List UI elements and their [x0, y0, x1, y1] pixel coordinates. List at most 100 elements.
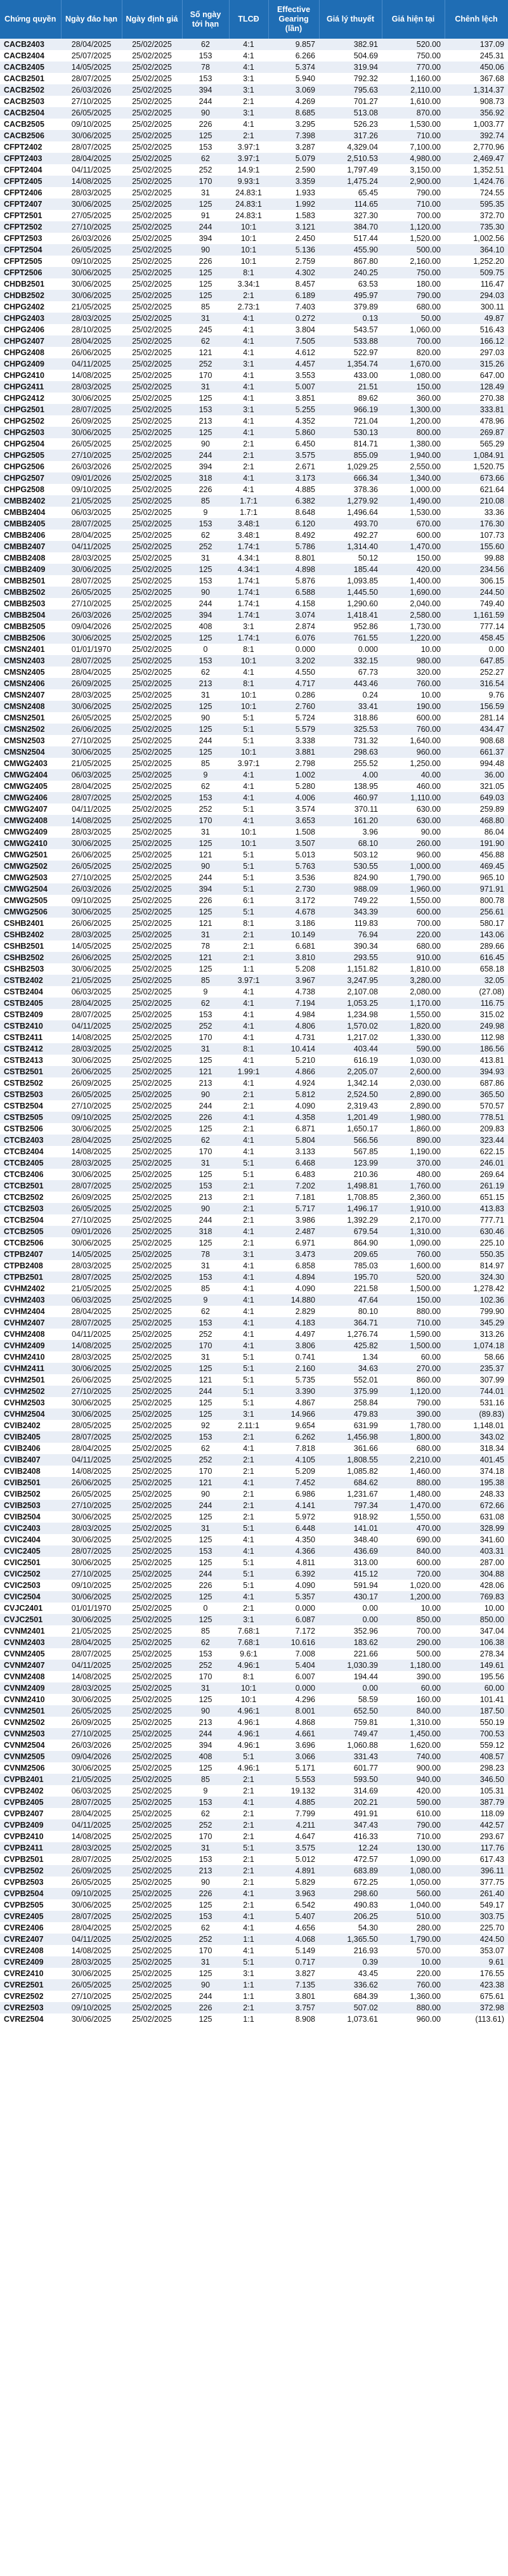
cell-valuation-date: 25/02/2025 — [122, 1523, 182, 1534]
cell-maturity-date: 26/06/2025 — [61, 724, 122, 735]
cell-theoretical-price: 785.03 — [319, 1260, 382, 1272]
cell-maturity-date: 30/06/2025 — [61, 1591, 122, 1603]
cell-days-to-maturity: 91 — [182, 210, 229, 221]
cell-valuation-date: 25/02/2025 — [122, 256, 182, 267]
cell-conversion-ratio: 4:1 — [229, 313, 268, 324]
cell-effective-gearing: 2.450 — [268, 233, 319, 244]
cell-valuation-date: 25/02/2025 — [122, 530, 182, 541]
cell-current-price: 1,340.00 — [382, 472, 445, 484]
cell-difference: 321.05 — [445, 781, 508, 792]
cell-difference: 304.88 — [445, 1568, 508, 1580]
table-row: CVHM2503 30/06/2025 25/02/2025 125 5:1 4.867 2… — [0, 1397, 508, 1408]
cell-difference: 617.43 — [445, 1854, 508, 1865]
cell-current-price: 600.00 — [382, 530, 445, 541]
cell-conversion-ratio: 3:1 — [229, 1614, 268, 1625]
cell-days-to-maturity: 125 — [182, 1694, 229, 1705]
cell-valuation-date: 25/02/2025 — [122, 1020, 182, 1032]
cell-current-price: 3,280.00 — [382, 975, 445, 986]
cell-conversion-ratio: 1.99:1 — [229, 1066, 268, 1077]
cell-theoretical-price: 415.12 — [319, 1568, 382, 1580]
cell-valuation-date: 25/02/2025 — [122, 1899, 182, 1911]
cell-warrant-code: CVPB2502 — [0, 1865, 61, 1877]
cell-conversion-ratio: 2:1 — [229, 929, 268, 940]
cell-difference: 346.50 — [445, 1774, 508, 1785]
cell-valuation-date: 25/02/2025 — [122, 986, 182, 998]
cell-current-price: 420.00 — [382, 1785, 445, 1797]
table-row: CVPB2405 28/07/2025 25/02/2025 153 4:1 4.885 2… — [0, 1797, 508, 1808]
cell-current-price: 60.00 — [382, 1351, 445, 1363]
cell-difference: 372.98 — [445, 2002, 508, 2013]
cell-maturity-date: 14/08/2025 — [61, 1146, 122, 1157]
cell-difference: 392.74 — [445, 130, 508, 141]
table-row: CVPB2502 26/09/2025 25/02/2025 213 2:1 4.891 6… — [0, 1865, 508, 1877]
table-row: CACB2506 30/06/2025 25/02/2025 125 2:1 7.398 3… — [0, 130, 508, 141]
cell-current-price: 710.00 — [382, 1317, 445, 1329]
cell-days-to-maturity: 213 — [182, 415, 229, 427]
table-body: CACB2403 28/04/2025 25/02/2025 62 4:1 9.857 38… — [0, 39, 508, 2025]
cell-maturity-date: 28/03/2025 — [61, 552, 122, 564]
cell-current-price: 1,550.00 — [382, 1009, 445, 1020]
table-row: CFPT2502 27/10/2025 25/02/2025 244 10:1 3.121… — [0, 221, 508, 233]
cell-conversion-ratio: 8:1 — [229, 678, 268, 689]
table-row: CVHM2409 14/08/2025 25/02/2025 170 4:1 3.806 4… — [0, 1340, 508, 1351]
cell-warrant-code: CFPT2506 — [0, 267, 61, 278]
cell-current-price: 1,590.00 — [382, 1329, 445, 1340]
cell-current-price: 720.00 — [382, 1568, 445, 1580]
cell-days-to-maturity: 90 — [182, 1488, 229, 1500]
cell-conversion-ratio: 24.83:1 — [229, 198, 268, 210]
table-row: CVHM2411 30/06/2025 25/02/2025 125 5:1 2.160 3… — [0, 1363, 508, 1374]
cell-theoretical-price: 209.65 — [319, 1249, 382, 1260]
cell-difference: 1,424.76 — [445, 176, 508, 187]
cell-days-to-maturity: 125 — [182, 1557, 229, 1568]
cell-effective-gearing: 3.536 — [268, 872, 319, 883]
cell-conversion-ratio: 3.48:1 — [229, 518, 268, 530]
cell-difference: 478.96 — [445, 415, 508, 427]
cell-days-to-maturity: 394 — [182, 1740, 229, 1751]
cell-theoretical-price: 379.89 — [319, 301, 382, 313]
table-row: CVIC2405 28/07/2025 25/02/2025 153 4:1 4.366 4… — [0, 1545, 508, 1557]
cell-conversion-ratio: 2:1 — [229, 1774, 268, 1785]
cell-valuation-date: 25/02/2025 — [122, 735, 182, 746]
cell-maturity-date: 28/10/2025 — [61, 324, 122, 335]
cell-warrant-code: CMWG2504 — [0, 883, 61, 895]
cell-difference: (113.61) — [445, 2013, 508, 2025]
cell-current-price: 1,170.00 — [382, 998, 445, 1009]
cell-days-to-maturity: 244 — [182, 450, 229, 461]
cell-valuation-date: 25/02/2025 — [122, 1625, 182, 1637]
cell-difference: 225.10 — [445, 1237, 508, 1249]
cell-days-to-maturity: 226 — [182, 484, 229, 495]
cell-days-to-maturity: 153 — [182, 1854, 229, 1865]
cell-days-to-maturity: 62 — [182, 153, 229, 164]
table-row: CSHB2502 26/06/2025 25/02/2025 121 2:1 3.810 2… — [0, 952, 508, 963]
cell-effective-gearing: 7.202 — [268, 1180, 319, 1192]
cell-days-to-maturity: 252 — [182, 541, 229, 552]
cell-conversion-ratio: 5:1 — [229, 1169, 268, 1180]
cell-maturity-date: 28/03/2025 — [61, 187, 122, 198]
cell-current-price: 2,900.00 — [382, 176, 445, 187]
cell-effective-gearing: 10.414 — [268, 1043, 319, 1055]
cell-effective-gearing: 4.731 — [268, 1032, 319, 1043]
cell-difference: 565.29 — [445, 438, 508, 450]
cell-valuation-date: 25/02/2025 — [122, 1237, 182, 1249]
cell-theoretical-price: 47.64 — [319, 1294, 382, 1306]
table-row: CHPG2402 21/05/2025 25/02/2025 85 2.73:1 7.40… — [0, 301, 508, 313]
cell-conversion-ratio: 2.73:1 — [229, 301, 268, 313]
cell-days-to-maturity: 9 — [182, 1294, 229, 1306]
cell-difference: 1,002.56 — [445, 233, 508, 244]
table-row: CMWG2501 26/06/2025 25/02/2025 121 5:1 5.013 5… — [0, 849, 508, 861]
cell-days-to-maturity: 125 — [182, 1591, 229, 1603]
cell-days-to-maturity: 226 — [182, 256, 229, 267]
cell-maturity-date: 30/06/2025 — [61, 701, 122, 712]
cell-valuation-date: 25/02/2025 — [122, 1420, 182, 1431]
cell-difference: 365.50 — [445, 1089, 508, 1100]
cell-maturity-date: 26/05/2025 — [61, 1488, 122, 1500]
cell-days-to-maturity: 125 — [182, 906, 229, 918]
cell-theoretical-price: 1,279.92 — [319, 495, 382, 507]
cell-warrant-code: CACB2502 — [0, 84, 61, 96]
cell-effective-gearing: 4.090 — [268, 1100, 319, 1112]
cell-difference: 749.40 — [445, 598, 508, 609]
cell-conversion-ratio: 4:1 — [229, 1534, 268, 1545]
cell-maturity-date: 28/07/2025 — [61, 404, 122, 415]
cell-days-to-maturity: 153 — [182, 1797, 229, 1808]
cell-conversion-ratio: 1:1 — [229, 2013, 268, 2025]
